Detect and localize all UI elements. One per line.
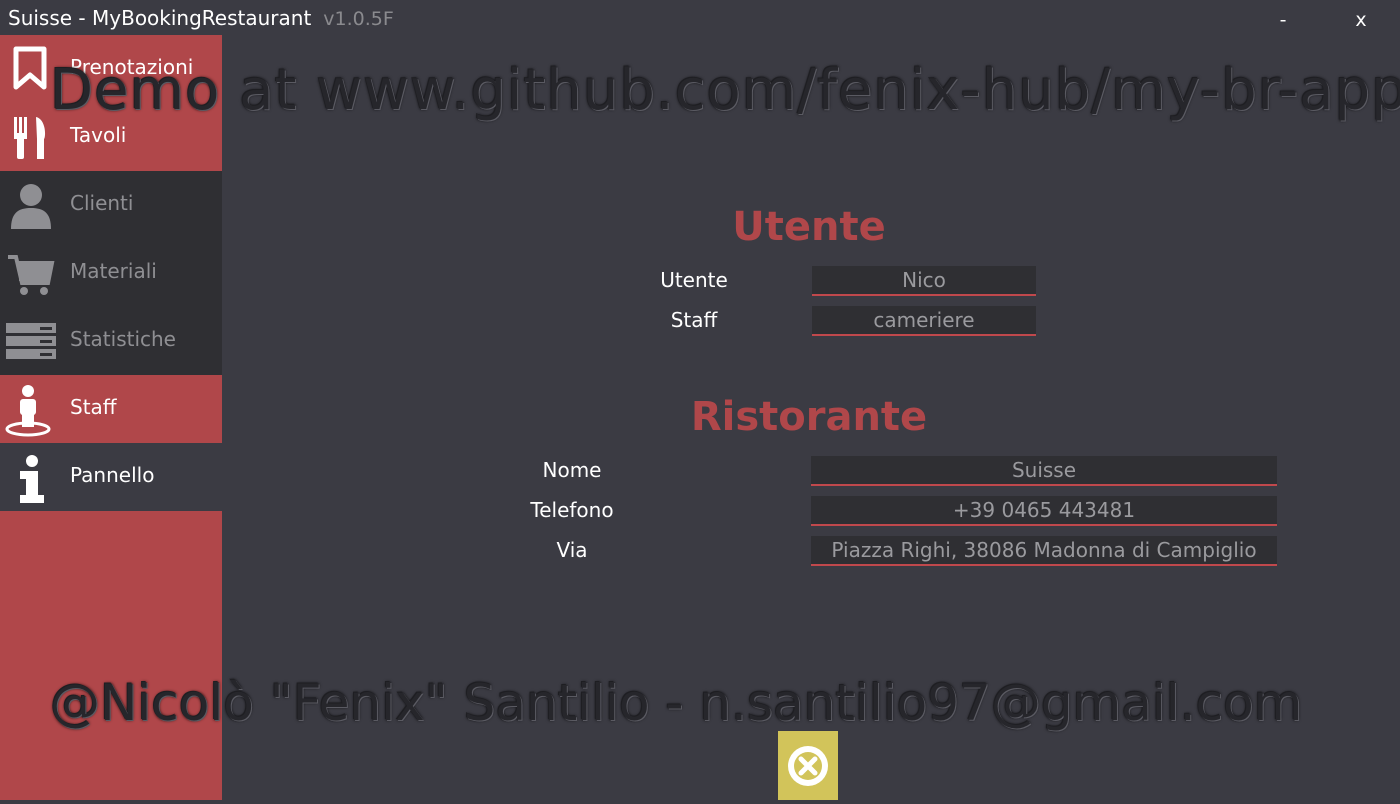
nome-label: Nome [542,458,602,482]
sidebar-item-label: Prenotazioni [70,55,194,79]
close-circle-icon [788,746,828,786]
sidebar-item-label: Clienti [70,191,134,215]
minimize-button[interactable]: - [1268,6,1298,34]
close-window-button[interactable]: x [1346,6,1376,34]
info-icon [20,455,44,503]
utente-section-title: Utente [732,204,886,250]
telefono-field[interactable]: +39 0465 443481 [811,496,1277,526]
via-label: Via [556,538,588,562]
fork-knife-icon [14,117,46,159]
sidebar-item-clienti[interactable]: Clienti [0,171,222,239]
server-rack-icon [6,323,56,359]
staff-label: Staff [670,308,718,332]
close-panel-button[interactable] [778,731,838,800]
telefono-label: Telefono [530,498,614,522]
via-field[interactable]: Piazza Righi, 38086 Madonna di Campiglio [811,536,1277,566]
cart-icon [8,255,55,295]
watermark-bottom: @Nicolò "Fenix" Santilio - n.santilio97@… [50,674,1303,732]
utente-field[interactable]: Nico [812,266,1036,296]
sidebar: Prenotazioni Tavoli Clienti Materiali St… [0,35,222,800]
ristorante-section-title: Ristorante [690,394,928,440]
sidebar-item-pannello[interactable]: Pannello [0,443,222,511]
sidebar-item-statistiche[interactable]: Statistiche [0,307,222,375]
watermark-top: Demo at www.github.com/fenix-hub/my-br-a… [50,58,1400,123]
app-version: v1.0.5F [323,8,394,30]
sidebar-item-materiali[interactable]: Materiali [0,239,222,307]
staff-icon [5,385,51,437]
sidebar-item-label: Staff [70,395,117,419]
bookmark-icon [13,46,47,90]
window-title: Suisse - MyBookingRestaurant [8,6,312,30]
sidebar-item-label: Materiali [70,259,157,283]
nome-field[interactable]: Suisse [811,456,1277,486]
utente-label: Utente [660,268,728,292]
sidebar-item-label: Tavoli [70,123,127,147]
sidebar-item-tavoli[interactable]: Tavoli [0,103,222,171]
sidebar-item-prenotazioni[interactable]: Prenotazioni [0,35,222,103]
title-bar: Suisse - MyBookingRestaurant v1.0.5F - x [0,0,1400,35]
user-icon [11,184,51,229]
sidebar-item-label: Pannello [70,463,155,487]
staff-field[interactable]: cameriere [812,306,1036,336]
app-title: Suisse - MyBookingRestaurant v1.0.5F [8,6,394,30]
sidebar-item-staff[interactable]: Staff [0,375,222,443]
sidebar-item-label: Statistiche [70,327,176,351]
